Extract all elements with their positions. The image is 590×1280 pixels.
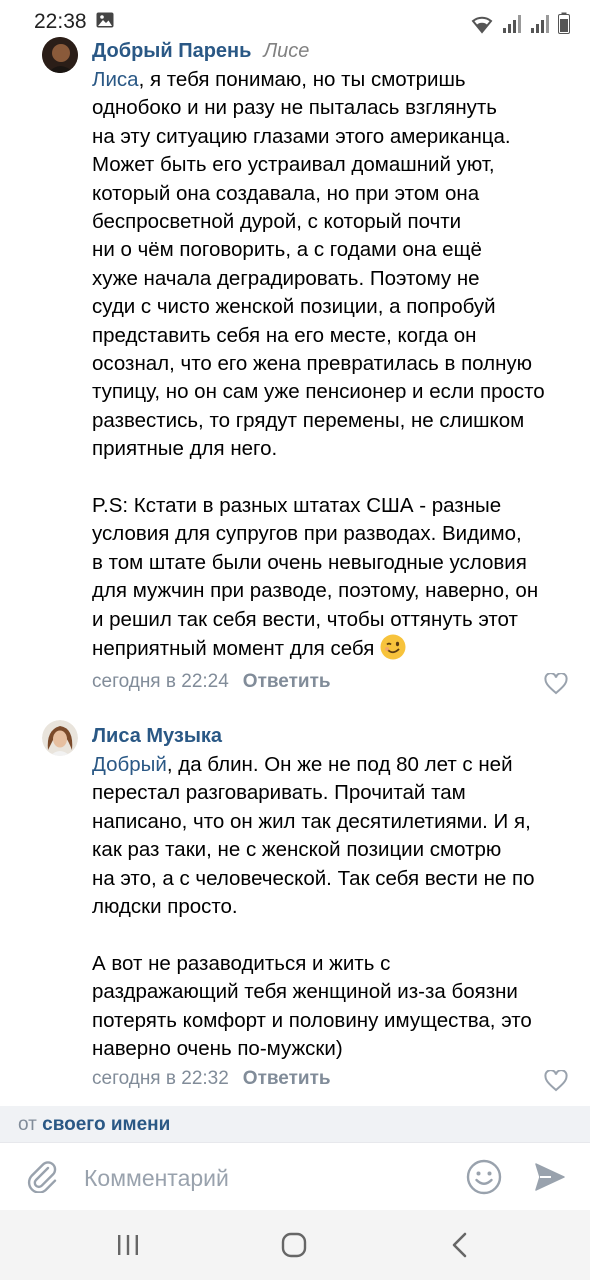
signal-2-icon <box>531 15 549 33</box>
post-as-prefix: от <box>18 1114 37 1135</box>
comment-paragraph: Лиса, я тебя понимаю, но ты смотришь одн… <box>92 66 572 464</box>
home-icon[interactable] <box>281 1232 307 1258</box>
text-line: развестись, то грядут перемены, не слишк… <box>92 408 525 432</box>
text-line: как раз таки, не с женской позиции смотр… <box>92 838 502 862</box>
recent-apps-icon[interactable] <box>116 1234 140 1256</box>
text-line: неприятный момент для себя <box>92 634 572 663</box>
comment-time: сегодня в 22:24 <box>92 671 229 692</box>
comment-paragraph: А вот не разаводиться и жить с раздражаю… <box>92 950 572 1064</box>
text-line: который она создавала, но при этом она <box>92 181 480 205</box>
comment-input[interactable] <box>82 1155 446 1201</box>
status-icons <box>470 10 570 34</box>
wink-emoji-icon <box>380 634 406 660</box>
battery-icon <box>558 12 570 34</box>
text-line: на это, а с человеческой. Так себя вести… <box>92 866 535 890</box>
text-line: однобоко и ни разу не пыталась взглянуть <box>92 96 497 120</box>
text-line: тупицу, но он сам уже пенсионер и если п… <box>92 380 545 404</box>
text-line: на эту ситуацию глазами этого американца… <box>92 124 511 148</box>
reply-to-name[interactable]: Лисе <box>263 40 309 62</box>
text-line: людски просто. <box>92 895 238 919</box>
reply-button[interactable]: Ответить <box>243 1068 331 1089</box>
text-line: приятные для него. <box>92 437 278 461</box>
text-fragment: , да блин. Он же не под 80 лет с ней <box>166 753 513 776</box>
post-as-selector[interactable]: своего имени <box>42 1114 170 1135</box>
avatar[interactable] <box>42 37 78 73</box>
gallery-notification-icon <box>96 12 114 28</box>
mention-link[interactable]: Лиса <box>92 68 139 91</box>
text-line: представить себя на его месте, когда он <box>92 323 477 347</box>
post-as-bar: от своего имени <box>0 1106 590 1142</box>
text-line: и решил так себя вести, чтобы оттянуть э… <box>92 607 518 631</box>
comment-text: Добрый, да блин. Он же не под 80 лет с н… <box>92 751 572 1063</box>
mention-link[interactable]: Добрый <box>92 753 167 776</box>
text-line: наверно очень по-мужски) <box>92 1037 343 1061</box>
text-line: хуже начала деградировать. Поэтому не <box>92 266 480 290</box>
smile-icon[interactable] <box>466 1159 502 1195</box>
post-as-label: от своего имени <box>18 1114 170 1136</box>
text-line: Добрый, да блин. Он же не под 80 лет с н… <box>92 751 572 779</box>
text-line: написано, что он жил так десятилетиями. … <box>92 809 531 833</box>
system-nav-bar <box>0 1210 590 1280</box>
author-name[interactable]: Лиса Музыка <box>92 725 222 747</box>
heart-icon[interactable] <box>544 673 568 695</box>
text-line: условия для супругов при разводах. Видим… <box>92 522 522 546</box>
comment-composer <box>0 1142 590 1211</box>
text-line: осознал, что его жена превратилась в пол… <box>92 352 533 376</box>
text-line: А вот не разаводиться и жить с <box>92 951 391 975</box>
text-line: в том штате были очень невыгодные услови… <box>92 550 527 574</box>
text-line: раздражающий тебя женщиной из-за боязни <box>92 980 518 1004</box>
back-icon[interactable] <box>450 1232 470 1258</box>
comment-paragraph: Добрый, да блин. Он же не под 80 лет с н… <box>92 751 572 921</box>
text-line: суди с чисто женской позиции, а попробуй <box>92 295 496 319</box>
text-line: для мужчин при разводе, поэтому, наверно… <box>92 579 539 603</box>
comment-time: сегодня в 22:32 <box>92 1068 229 1089</box>
avatar[interactable] <box>42 720 78 756</box>
text-line: перестал разговаривать. Прочитай там <box>92 781 466 805</box>
comment-meta: сегодня в 22:32 Ответить <box>92 1068 331 1090</box>
text-fragment: , я тебя понимаю, но ты смотришь <box>138 68 466 91</box>
comment-meta: сегодня в 22:24 Ответить <box>92 671 331 693</box>
status-time: 22:38 <box>34 10 87 33</box>
comment-author[interactable]: Добрый Парень Лисе <box>92 40 309 63</box>
paperclip-icon[interactable] <box>26 1159 58 1193</box>
comment-paragraph: P.S: Кстати в разных штатах США - разные… <box>92 492 572 663</box>
wifi-icon <box>471 16 493 34</box>
text-line: Лиса, я тебя понимаю, но ты смотришь <box>92 66 572 94</box>
comment-text: Лиса, я тебя понимаю, но ты смотришь одн… <box>92 66 572 664</box>
text-line: P.S: Кстати в разных штатах США - разные <box>92 494 502 518</box>
text-line: потерять комфорт и половину имущества, э… <box>92 1008 532 1032</box>
text-line: беспросветной дурой, с который почти <box>92 210 462 234</box>
signal-1-icon <box>503 15 521 33</box>
author-name[interactable]: Добрый Парень <box>92 40 251 62</box>
text-line: Может быть его устраивал домашний уют, <box>92 153 495 177</box>
send-icon[interactable] <box>534 1161 566 1193</box>
reply-button[interactable]: Ответить <box>243 671 331 692</box>
heart-icon[interactable] <box>544 1070 568 1092</box>
comment-author[interactable]: Лиса Музыка <box>92 725 222 748</box>
text-fragment: неприятный момент для себя <box>92 637 375 661</box>
text-line: ни о чём поговорить, а с годами она ещё <box>92 238 482 262</box>
